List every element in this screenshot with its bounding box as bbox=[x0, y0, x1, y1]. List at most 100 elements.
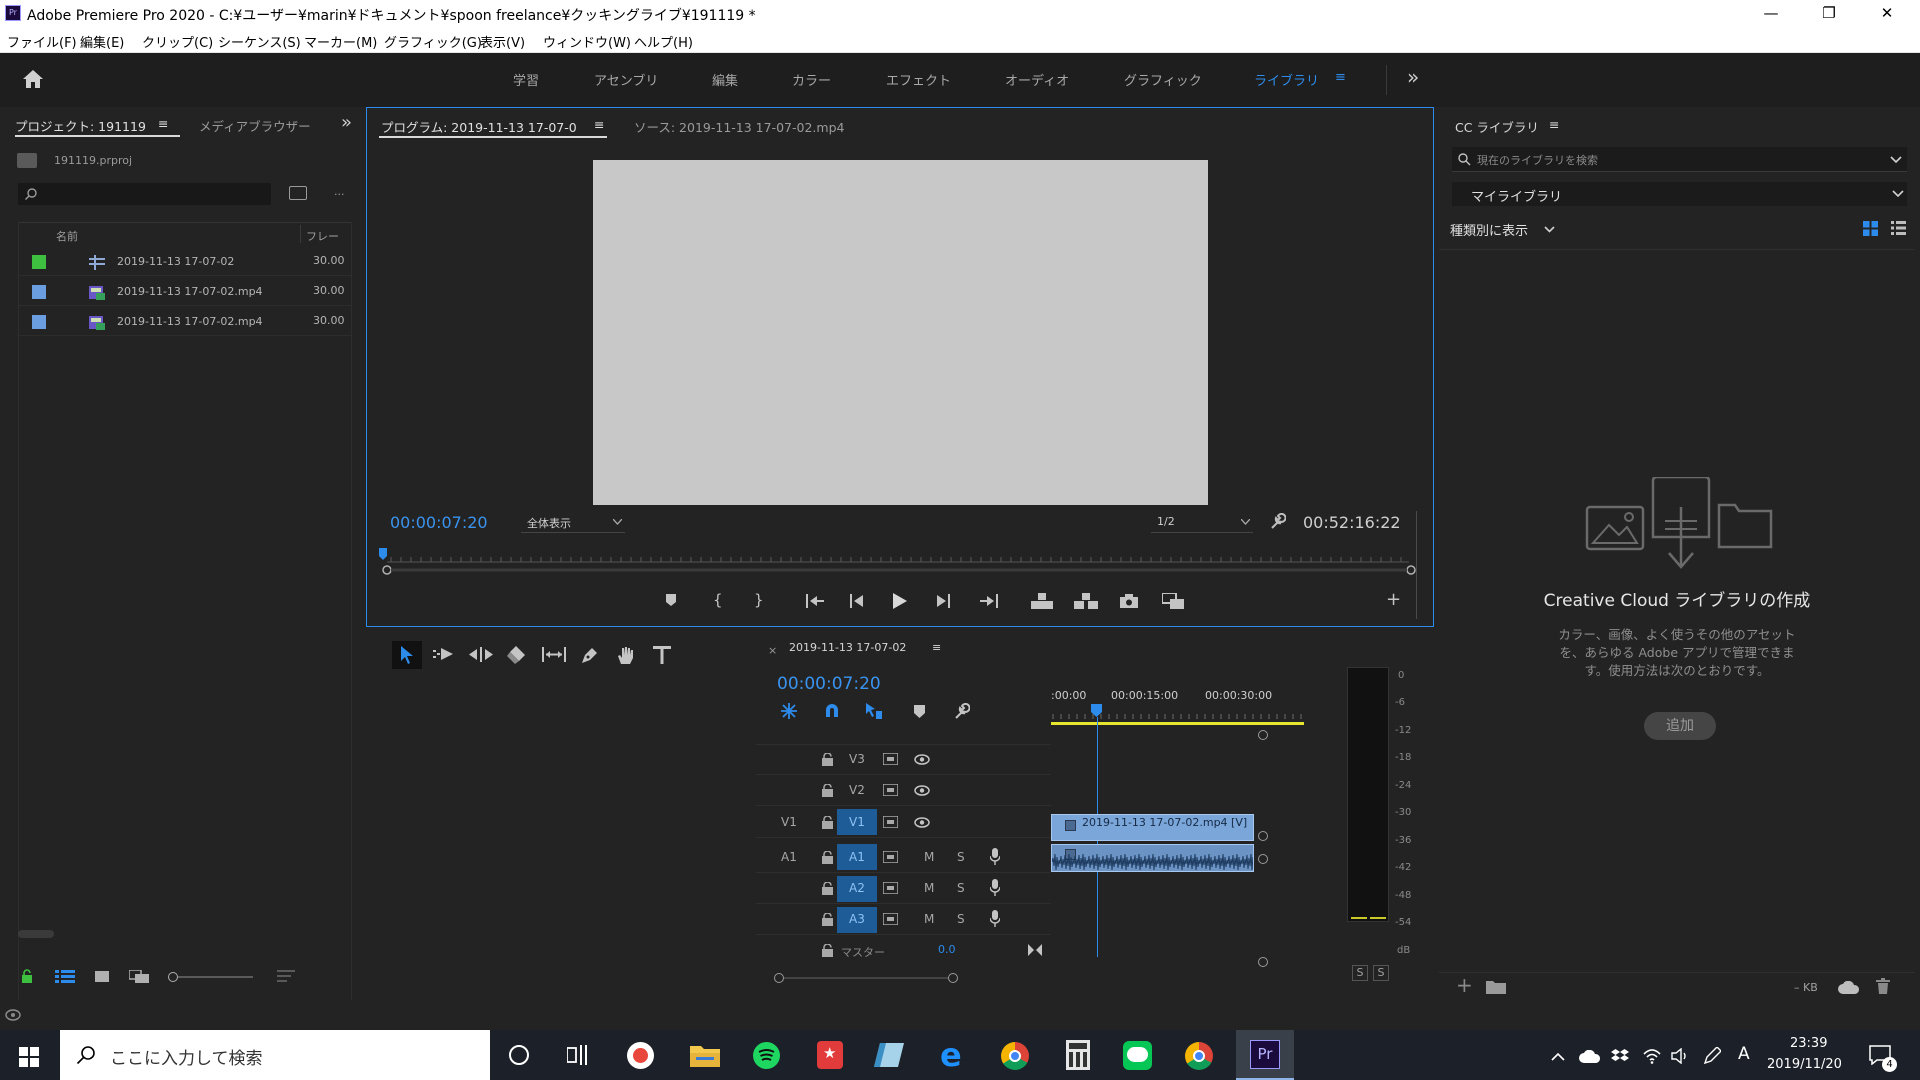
file-explorer-icon[interactable] bbox=[690, 1043, 720, 1067]
folder-icon[interactable] bbox=[1486, 979, 1506, 994]
resolution-dropdown[interactable]: 1/2 bbox=[1151, 512, 1253, 533]
step-back-icon[interactable] bbox=[849, 594, 865, 608]
onedrive-icon[interactable] bbox=[1579, 1050, 1601, 1063]
track-select-tool-icon[interactable] bbox=[433, 647, 455, 661]
vertical-zoom-handle-top[interactable] bbox=[1258, 730, 1268, 740]
calculator-icon[interactable] bbox=[1066, 1040, 1090, 1070]
source-patch-a1[interactable]: A1 bbox=[781, 850, 797, 864]
project-tab-menu-icon[interactable]: ≡ bbox=[158, 116, 168, 131]
track-name[interactable]: A3 bbox=[849, 912, 865, 926]
workspace-tab-editing[interactable]: 編集 bbox=[712, 70, 738, 89]
menu-clip[interactable]: クリップ(C) bbox=[142, 32, 213, 51]
column-header-frame-rate[interactable]: フレー bbox=[306, 228, 339, 244]
track-header-a3[interactable]: A3 M S bbox=[756, 904, 1051, 935]
library-search-input[interactable]: 現在のライブラリを検索 bbox=[1452, 147, 1907, 172]
taskbar-search-input[interactable]: ここに入力して検索 bbox=[60, 1030, 490, 1080]
time-ruler[interactable] bbox=[379, 548, 1419, 578]
cloud-icon[interactable] bbox=[1838, 981, 1860, 994]
track-lock-icon[interactable] bbox=[822, 882, 833, 895]
workspace-tab-effects[interactable]: エフェクト bbox=[886, 70, 951, 89]
go-to-out-icon[interactable] bbox=[979, 594, 999, 608]
sync-lock-icon[interactable] bbox=[883, 882, 898, 894]
label-color-swatch[interactable] bbox=[32, 255, 46, 269]
track-name[interactable]: V3 bbox=[849, 752, 865, 766]
linked-selection-icon[interactable] bbox=[865, 702, 883, 720]
track-header-a1[interactable]: A1 A1 M S bbox=[756, 841, 1051, 873]
vertical-zoom-handle-top[interactable] bbox=[1258, 854, 1268, 864]
view-by-dropdown[interactable]: 種類別に表示 bbox=[1450, 219, 1560, 239]
solo-right-button[interactable]: S bbox=[1373, 965, 1389, 981]
selection-tool-icon[interactable] bbox=[400, 646, 414, 664]
spotify-icon[interactable] bbox=[753, 1042, 780, 1069]
list-view-icon[interactable] bbox=[1891, 221, 1906, 235]
track-header-v2[interactable]: V2 bbox=[756, 775, 1051, 806]
column-divider[interactable] bbox=[300, 225, 301, 243]
tab-program-monitor[interactable]: プログラム: 2019-11-13 17-07-0 bbox=[381, 117, 577, 136]
nest-sequence-icon[interactable] bbox=[780, 702, 798, 720]
freeform-view-icon[interactable] bbox=[129, 970, 151, 984]
mark-in-icon[interactable]: { bbox=[713, 591, 723, 609]
camera-icon[interactable] bbox=[1120, 594, 1138, 608]
horizontal-scrollbar[interactable] bbox=[784, 977, 948, 979]
sync-lock-icon[interactable] bbox=[883, 851, 898, 863]
windows-start-icon[interactable] bbox=[19, 1047, 39, 1067]
mute-button[interactable]: M bbox=[924, 850, 934, 864]
timeline-tab-menu-icon[interactable]: ≡ bbox=[932, 641, 941, 654]
grid-view-icon[interactable] bbox=[1863, 221, 1878, 236]
timeline-timecode[interactable]: 00:00:07:20 bbox=[777, 674, 881, 694]
ripple-edit-tool-icon[interactable] bbox=[469, 647, 493, 662]
library-select-dropdown[interactable]: マイライブラリ bbox=[1452, 182, 1907, 206]
track-header-a2[interactable]: A2 M S bbox=[756, 873, 1051, 904]
workspace-overflow-button[interactable]: » bbox=[1407, 65, 1419, 89]
flower-app-icon[interactable] bbox=[627, 1042, 654, 1069]
task-view-icon[interactable] bbox=[567, 1045, 589, 1065]
menu-sequence[interactable]: シーケンス(S) bbox=[218, 32, 301, 51]
column-header-name[interactable]: 名前 bbox=[56, 228, 78, 244]
track-lock-icon[interactable] bbox=[822, 851, 833, 864]
chevron-up-icon[interactable] bbox=[1551, 1052, 1565, 1061]
add-content-icon[interactable]: + bbox=[1456, 973, 1473, 997]
pen-input-icon[interactable] bbox=[1703, 1047, 1721, 1065]
track-name[interactable]: A2 bbox=[849, 881, 865, 895]
menu-window[interactable]: ウィンドウ(W) bbox=[543, 32, 631, 51]
menu-graphics[interactable]: グラフィック(G) bbox=[384, 32, 482, 51]
add-marker-icon[interactable] bbox=[914, 705, 925, 718]
solo-left-button[interactable]: S bbox=[1352, 965, 1368, 981]
eye-icon[interactable] bbox=[914, 754, 930, 765]
track-name[interactable]: A1 bbox=[849, 850, 865, 864]
maximize-button[interactable]: ❐ bbox=[1800, 0, 1858, 27]
extract-icon[interactable] bbox=[1074, 593, 1098, 609]
sort-icon[interactable] bbox=[277, 970, 295, 983]
track-name[interactable]: V1 bbox=[849, 815, 865, 829]
workspace-tab-assembly[interactable]: アセンブリ bbox=[594, 70, 658, 89]
wrench-icon[interactable] bbox=[1269, 513, 1286, 530]
type-tool-icon[interactable] bbox=[653, 646, 671, 664]
edge-browser-icon[interactable]: e bbox=[938, 1036, 968, 1074]
chevron-down-icon[interactable] bbox=[1890, 156, 1902, 163]
zoom-slider-track[interactable] bbox=[178, 976, 253, 978]
project-item-row[interactable]: 2019-11-13 17-07-02 30.00 bbox=[18, 247, 352, 276]
ime-indicator[interactable]: A bbox=[1738, 1044, 1750, 1064]
project-search-input[interactable] bbox=[18, 183, 271, 205]
menu-help[interactable]: ヘルプ(H) bbox=[634, 32, 693, 51]
close-button[interactable]: ✕ bbox=[1858, 0, 1916, 27]
tab-media-browser[interactable]: メディアブラウザー bbox=[199, 116, 311, 135]
sync-lock-icon[interactable] bbox=[883, 816, 898, 828]
cortana-icon[interactable] bbox=[509, 1045, 529, 1065]
mute-button[interactable]: M bbox=[924, 912, 934, 926]
clock-date[interactable]: 2019/11/20 bbox=[1767, 1057, 1842, 1072]
label-color-swatch[interactable] bbox=[32, 315, 46, 329]
project-overflow-button[interactable]: » bbox=[341, 112, 352, 133]
workspace-tab-libraries[interactable]: ライブラリ bbox=[1254, 70, 1319, 89]
microphone-icon[interactable] bbox=[990, 848, 1000, 865]
pen-tool-icon[interactable] bbox=[580, 645, 600, 665]
home-icon[interactable] bbox=[21, 68, 45, 90]
source-patch-v1[interactable]: V1 bbox=[781, 815, 797, 829]
video-clip[interactable]: 2019-11-13 17-07-02.mp4 [V] bbox=[1051, 814, 1254, 841]
hand-tool-icon[interactable] bbox=[616, 645, 636, 665]
chrome-icon[interactable] bbox=[1185, 1042, 1213, 1070]
project-item-row[interactable]: 2019-11-13 17-07-02.mp4 30.00 bbox=[18, 307, 352, 336]
workspace-tab-graphics[interactable]: グラフィック bbox=[1124, 70, 1202, 89]
sync-lock-icon[interactable] bbox=[883, 784, 898, 796]
track-lock-icon[interactable] bbox=[822, 753, 833, 766]
